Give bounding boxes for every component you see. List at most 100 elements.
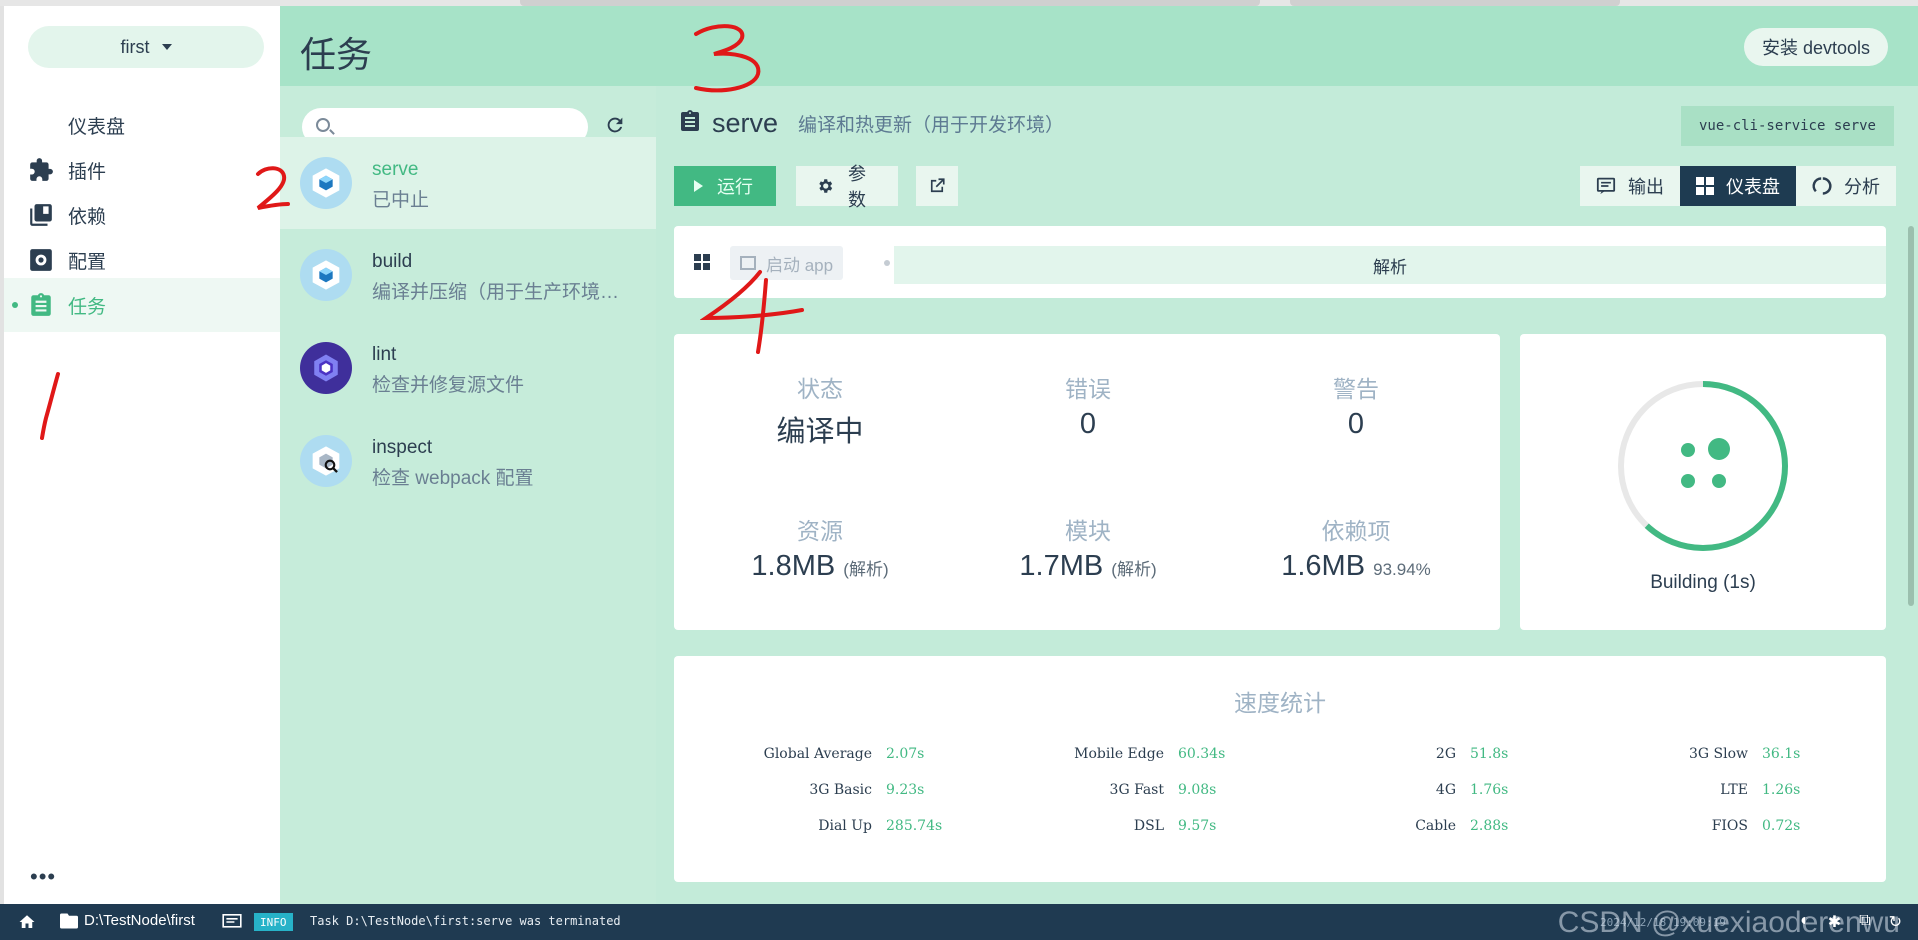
tab-label: 分析 [1844, 177, 1880, 197]
open-external-button[interactable] [916, 166, 958, 206]
run-label: 运行 [717, 177, 753, 197]
task-title: serve [712, 108, 779, 138]
speed-stat-label: LTE [1720, 782, 1748, 798]
speed-stat-label: 3G Slow [1688, 746, 1748, 762]
stat-assets: 资源 1.8MB (解析) [720, 512, 920, 583]
nav-item-label: 插件 [68, 161, 107, 183]
stat-label: 警告 [1333, 376, 1379, 402]
task-desc: 已中止 [372, 190, 430, 211]
task-desc: 编译并压缩（用于生产环境… [372, 282, 620, 303]
translate-icon[interactable]: ⧉ [1859, 912, 1870, 932]
speed-stat-label: Cable [1415, 818, 1456, 834]
stat-value: 1.6MB 93.94% [1281, 550, 1431, 582]
step-separator [884, 260, 890, 266]
tab-analyzer[interactable]: 分析 [1796, 166, 1896, 206]
task-name: lint [372, 344, 397, 365]
contrast-icon[interactable]: ◐ [1800, 912, 1810, 932]
task-description: 编译和热更新（用于开发环境） [798, 115, 1065, 136]
speed-stat-value: 2.07s [886, 746, 925, 762]
speed-stat-label: 3G Basic [809, 782, 872, 798]
nav-item-tasks[interactable]: 任务 [4, 278, 284, 332]
speed-stat-value: 60.34s [1178, 746, 1226, 762]
speed-stat-value: 2.88s [1470, 818, 1509, 834]
stat-modules: 模块 1.7MB (解析) [988, 512, 1188, 583]
task-item-build[interactable]: build 编译并压缩（用于生产环境… [280, 229, 656, 321]
log-message: Task D:\TestNode\first:serve was termina… [310, 914, 621, 928]
speed-stat-value: 0.72s [1762, 818, 1801, 834]
speed-stat-label: FIOS [1711, 818, 1748, 834]
dashboard-icon [28, 112, 54, 138]
stat-label: 模块 [1065, 518, 1111, 544]
project-selector[interactable]: first [28, 26, 264, 68]
run-button[interactable]: 运行 [674, 166, 776, 206]
annotation-4: 4 [699, 266, 810, 361]
active-indicator [12, 302, 18, 308]
chevron-down-icon [161, 44, 172, 50]
refresh-icon[interactable]: ↻ [1889, 912, 1902, 932]
clipboard-task-icon [678, 108, 702, 139]
play-icon [694, 180, 703, 192]
annotation-2: 2 [252, 164, 292, 219]
stat-label: 资源 [797, 518, 843, 544]
home-icon[interactable] [18, 913, 36, 935]
speed-stats-card: 速度统计 Global Average 2.07s Mobile Edge 60.34… [674, 656, 1886, 882]
stat-label: 依赖项 [1321, 518, 1391, 544]
webpack-inspect-icon [300, 435, 352, 487]
stat-value: 0 [1347, 408, 1365, 440]
install-devtools-button[interactable]: 安装 devtools [1743, 28, 1888, 66]
nav-item-label: 配置 [68, 251, 107, 273]
tab-output[interactable]: 输出 [1580, 166, 1680, 206]
log-level-badge: INFO [254, 913, 293, 931]
scrollbar[interactable] [1908, 226, 1914, 606]
bug-icon[interactable]: ✱ [1828, 912, 1841, 932]
puzzle-icon [28, 157, 54, 183]
stat-value: 编译中 [776, 416, 864, 448]
project-path[interactable]: D:\TestNode\first [60, 912, 195, 929]
search-icon [316, 118, 330, 132]
page-title: 任务 [300, 34, 373, 75]
annotation-stroke [40, 372, 60, 440]
task-item-serve[interactable]: serve 已中止 [280, 137, 656, 229]
log-icon[interactable] [222, 914, 242, 934]
nav-item-label: 任务 [68, 296, 107, 318]
project-name: first [120, 36, 150, 57]
speed-stat-label: 4G [1435, 782, 1456, 798]
task-item-lint[interactable]: lint 检查并修复源文件 [280, 322, 656, 414]
tab-dashboard[interactable]: 仪表盘 [1680, 166, 1796, 206]
task-item-inspect[interactable]: inspect 检查 webpack 配置 [280, 415, 656, 507]
build-progress-ring [1618, 381, 1788, 551]
view-tabs: 输出 仪表盘 分析 [1580, 166, 1896, 206]
speed-stat-value: 1.76s [1470, 782, 1509, 798]
speed-stat-value: 9.08s [1178, 782, 1217, 798]
more-icon[interactable]: ••• [30, 864, 56, 890]
stat-value: 0 [1079, 408, 1097, 440]
left-nav: first 仪表盘 插件 依赖 配置 任务 ••• [0, 6, 284, 904]
task-desc: 检查 webpack 配置 [372, 468, 534, 489]
open-in-new-icon [928, 177, 946, 195]
task-desc: 检查并修复源文件 [372, 375, 525, 396]
task-name: serve [372, 159, 419, 180]
annotation-3: 3 [686, 22, 776, 107]
tab-label: 仪表盘 [1726, 177, 1780, 197]
stat-dependencies: 依赖项 1.6MB 93.94% [1256, 512, 1456, 583]
speed-stat-value: 1.26s [1762, 782, 1801, 798]
speed-stat-value: 285.74s [886, 818, 943, 834]
speed-stat-label: Mobile Edge [1074, 746, 1164, 762]
stat-value: 1.7MB (解析) [1019, 550, 1157, 582]
library-books-icon [28, 202, 54, 228]
build-progress-bar: 启动 app 解析 [674, 226, 1886, 298]
stat-label: 错误 [1065, 376, 1111, 402]
build-stats-card: 状态 编译中 错误 0 警告 0 资源 1.8MB (解析) 模块 1.7MB … [674, 334, 1500, 630]
params-button[interactable]: 参数 [796, 164, 898, 210]
stat-label: 状态 [797, 376, 843, 402]
nav-item-label: 仪表盘 [68, 116, 126, 138]
webpack-icon [300, 157, 352, 209]
speed-stat-label: 2G [1435, 746, 1456, 762]
page-header: 任务 安装 devtools [280, 6, 1918, 86]
donut-icon [1812, 176, 1832, 196]
settings-box-icon [28, 247, 54, 273]
gear-icon [816, 177, 834, 195]
params-label: 参数 [848, 164, 866, 210]
status-bar-icons: ◐ ✱ ⧉ ↻ [1800, 912, 1902, 932]
task-list-panel: serve 已中止 build 编译并压缩（用于生产环境… lint 检查并修复… [280, 86, 656, 904]
